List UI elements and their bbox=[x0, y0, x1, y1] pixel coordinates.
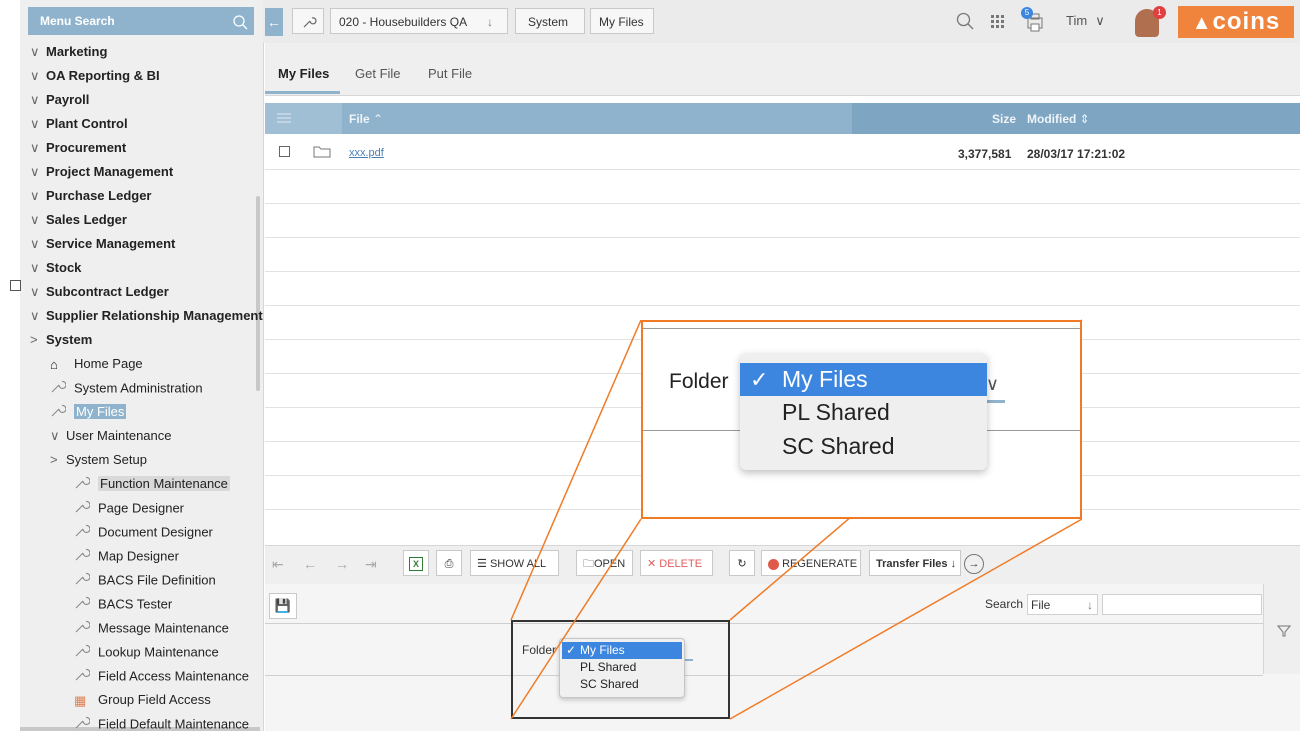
sidebar-item-oa-reporting-bi[interactable]: ∨ OA Reporting & BI bbox=[30, 66, 160, 86]
sidebar-item-bacs-file-definition[interactable]: BACS File Definition bbox=[74, 570, 216, 590]
sidebar-item-sales-ledger[interactable]: ∨ Sales Ledger bbox=[30, 210, 127, 230]
sidebar-item-stock[interactable]: ∨ Stock bbox=[30, 258, 81, 278]
sidebar-item-subcontract-ledger[interactable]: ∨ Subcontract Ledger bbox=[30, 282, 169, 302]
zoom-option-my-files: My Files bbox=[782, 366, 868, 392]
nav-label: Payroll bbox=[46, 92, 90, 107]
sidebar-item-my-files[interactable]: My Files bbox=[50, 402, 127, 424]
nav-label: Field Default Maintenance bbox=[98, 716, 250, 732]
nav-label: OA Reporting & BI bbox=[46, 68, 160, 83]
wrench-icon bbox=[50, 378, 74, 400]
chevron-icon: ∨ bbox=[30, 116, 40, 131]
chevron-icon: ∨ bbox=[30, 236, 40, 251]
sidebar-item-marketing[interactable]: ∨ Marketing bbox=[30, 42, 107, 62]
nav-label: Subcontract Ledger bbox=[46, 284, 169, 299]
nav-label: Map Designer bbox=[98, 548, 179, 564]
zoom-option-pl-shared: PL Shared bbox=[782, 399, 890, 425]
chevron-icon: ∨ bbox=[30, 44, 40, 59]
sidebar-item-plant-control[interactable]: ∨ Plant Control bbox=[30, 114, 128, 134]
chevron-icon: ∨ bbox=[30, 164, 40, 179]
sidebar-item-purchase-ledger[interactable]: ∨ Purchase Ledger bbox=[30, 186, 152, 206]
chevron-down-icon: ∨ bbox=[50, 428, 60, 443]
chevron-icon: ∨ bbox=[30, 188, 40, 203]
sidebar-item-map-designer[interactable]: Map Designer bbox=[74, 546, 179, 566]
callout-line bbox=[510, 518, 642, 720]
nav-label: Lookup Maintenance bbox=[98, 644, 219, 660]
sidebar-item-payroll[interactable]: ∨ Payroll bbox=[30, 90, 89, 110]
wrench-icon bbox=[74, 570, 98, 592]
callout-line bbox=[510, 319, 642, 621]
wrench-icon bbox=[74, 666, 98, 688]
nav-label: Service Management bbox=[46, 236, 176, 251]
nav-label: Procurement bbox=[46, 140, 127, 155]
nav-label: Field Access Maintenance bbox=[98, 668, 250, 684]
chevron-icon: ∨ bbox=[30, 308, 40, 323]
nav-label: System Setup bbox=[66, 452, 147, 467]
wrench-icon bbox=[74, 618, 98, 640]
nav-label: User Maintenance bbox=[66, 428, 172, 443]
sidebar-item-field-default-maintenance[interactable]: Field Default Maintenance bbox=[74, 714, 249, 734]
sidebar-item-page-designer[interactable]: Page Designer bbox=[74, 498, 184, 518]
nav-label: Group Field Access bbox=[98, 692, 211, 707]
sidebar-item-document-designer[interactable]: Document Designer bbox=[74, 522, 213, 542]
wrench-icon bbox=[50, 402, 74, 424]
nav-label: Function Maintenance bbox=[98, 476, 230, 492]
sidebar-item-system-administration[interactable]: System Administration bbox=[50, 378, 203, 398]
chevron-icon: ∨ bbox=[30, 284, 40, 299]
wrench-icon bbox=[74, 594, 98, 616]
chevron-icon: ∨ bbox=[30, 140, 40, 155]
chevron-icon: ∨ bbox=[30, 92, 40, 107]
zoom-folder-label: Folder bbox=[669, 370, 729, 393]
sidebar-item-function-maintenance[interactable]: Function Maintenance bbox=[74, 474, 230, 494]
nav-label: My Files bbox=[74, 404, 127, 420]
sidebar-item-message-maintenance[interactable]: Message Maintenance bbox=[74, 618, 229, 638]
sidebar-item-lookup-maintenance[interactable]: Lookup Maintenance bbox=[74, 642, 219, 662]
nav-label: BACS File Definition bbox=[98, 572, 216, 588]
group-icon: ▦ bbox=[74, 692, 87, 708]
chevron-icon: ∨ bbox=[30, 68, 40, 83]
nav-label: Plant Control bbox=[46, 116, 128, 131]
sidebar-item-group-field-access[interactable]: ▦ Group Field Access bbox=[74, 690, 211, 710]
nav-label: Stock bbox=[46, 260, 82, 275]
nav-label: System Administration bbox=[74, 380, 203, 396]
sidebar-item-system-setup[interactable]: > System Setup bbox=[50, 450, 147, 470]
chevron-icon: ∨ bbox=[30, 212, 40, 227]
nav-label: Message Maintenance bbox=[98, 620, 229, 636]
zoom-folder-dropdown-menu: ✓ My Files PL Shared SC Shared bbox=[740, 353, 987, 470]
home-icon: ⌂ bbox=[50, 356, 58, 372]
sidebar-item-system[interactable]: > System bbox=[30, 330, 92, 350]
nav-label: Document Designer bbox=[98, 524, 213, 540]
nav-label: Sales Ledger bbox=[46, 212, 127, 227]
wrench-icon bbox=[74, 714, 98, 736]
nav-label: Home Page bbox=[74, 356, 143, 371]
nav-label: BACS Tester bbox=[98, 596, 173, 612]
sidebar-item-supplier-relationship-management[interactable]: ∨ Supplier Relationship Management bbox=[30, 306, 263, 326]
nav-label: System bbox=[46, 332, 93, 347]
sidebar-item-user-maintenance[interactable]: ∨ User Maintenance bbox=[50, 426, 172, 446]
chevron-icon: ∨ bbox=[30, 260, 40, 275]
wrench-icon bbox=[74, 522, 98, 544]
wrench-icon bbox=[74, 546, 98, 568]
zoom-option-sc-shared: SC Shared bbox=[782, 433, 895, 459]
nav-label: Marketing bbox=[46, 44, 108, 59]
zoom-divider bbox=[643, 328, 1080, 329]
wrench-icon bbox=[74, 474, 98, 496]
chevron-icon: > bbox=[30, 332, 38, 347]
chevron-down-icon: ∨ bbox=[985, 374, 999, 394]
sidebar-item-bacs-tester[interactable]: BACS Tester bbox=[74, 594, 172, 614]
nav-label: Supplier Relationship Management bbox=[46, 308, 263, 323]
checkmark-icon: ✓ bbox=[750, 367, 769, 392]
sidebar-item-field-access-maintenance[interactable]: Field Access Maintenance bbox=[74, 666, 249, 686]
sidebar-item-project-management[interactable]: ∨ Project Management bbox=[30, 162, 173, 182]
nav-label: Page Designer bbox=[98, 500, 184, 516]
sidebar-item-service-management[interactable]: ∨ Service Management bbox=[30, 234, 175, 254]
sidebar-item-home-page[interactable]: ⌂ Home Page bbox=[50, 354, 143, 374]
wrench-icon bbox=[74, 498, 98, 520]
nav-label: Project Management bbox=[46, 164, 174, 179]
chevron-right-icon: > bbox=[50, 452, 58, 467]
nav-label: Purchase Ledger bbox=[46, 188, 152, 203]
callout-line bbox=[729, 518, 1083, 720]
sidebar-item-procurement[interactable]: ∨ Procurement bbox=[30, 138, 126, 158]
wrench-icon bbox=[74, 642, 98, 664]
